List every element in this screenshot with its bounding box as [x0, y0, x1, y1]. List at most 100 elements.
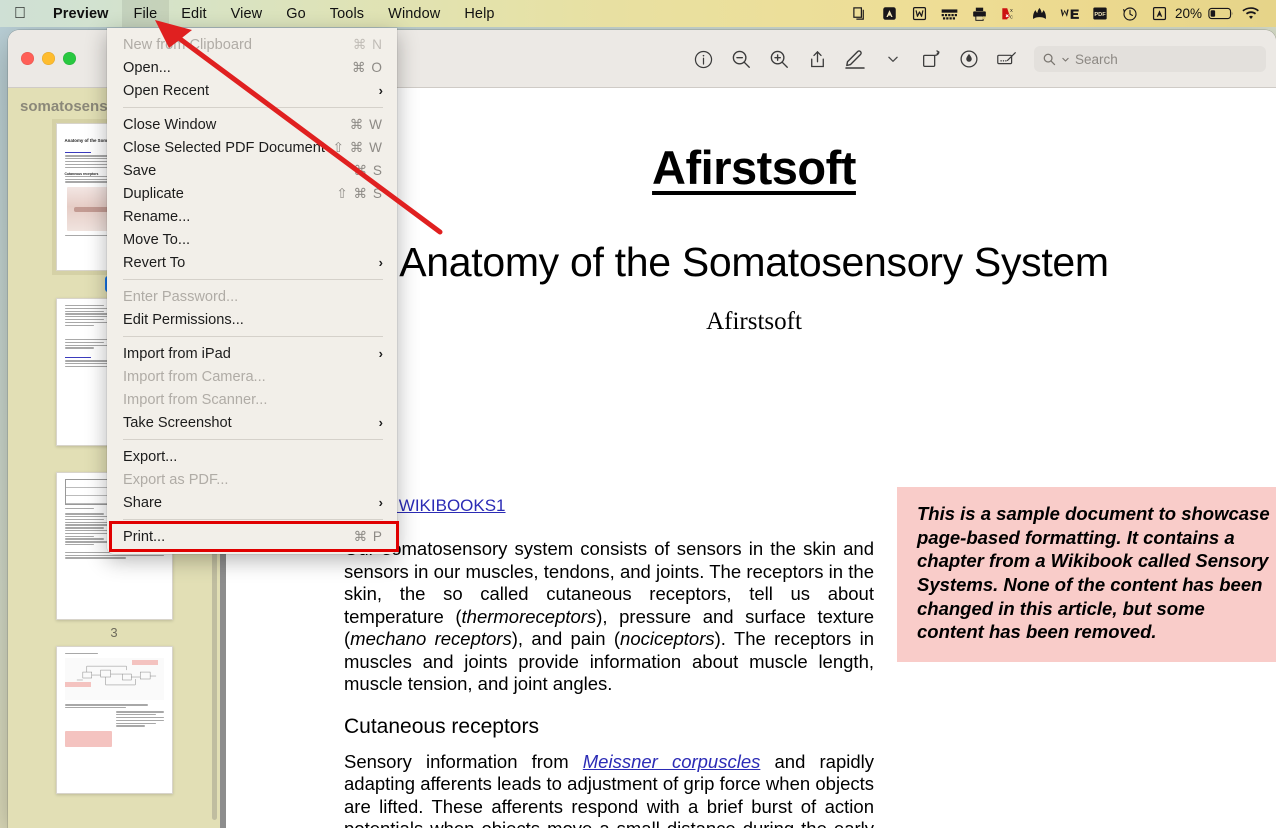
menu-item-shortcut: ⌘ W — [349, 116, 383, 132]
copy-stack-icon[interactable] — [845, 0, 875, 27]
menu-preview[interactable]: Preview — [40, 0, 122, 27]
menu-bar-status-area: x c PDF 20% — [845, 0, 1276, 27]
menu-item-label: Close Selected PDF Document — [123, 139, 325, 156]
menu-item-label: Import from Camera... — [123, 368, 266, 385]
signature-button[interactable] — [988, 40, 1026, 78]
annotate-button[interactable] — [950, 40, 988, 78]
submenu-chevron-right-icon: › — [378, 415, 383, 430]
time-machine-icon[interactable] — [1115, 0, 1145, 27]
markup-button[interactable] — [836, 40, 874, 78]
share-button[interactable] — [798, 40, 836, 78]
intro-paragraph: Our somatosensory system consists of sen… — [344, 538, 874, 695]
battery-percent: 20% — [1174, 6, 1202, 21]
sample-document-note: This is a sample document to showcase pa… — [897, 487, 1276, 663]
menu-item-rename[interactable]: Rename... — [107, 205, 397, 228]
a-app-icon[interactable] — [875, 0, 905, 27]
menu-edit[interactable]: Edit — [169, 0, 218, 27]
adobe-acrobat-icon[interactable]: x c — [995, 0, 1025, 27]
rotate-button[interactable] — [912, 40, 950, 78]
menu-item-label: Move To... — [123, 231, 191, 248]
file-menu-dropdown: New from Clipboard ⌘ N Open... ⌘ O Open … — [107, 28, 399, 554]
zoom-in-button[interactable] — [760, 40, 798, 78]
we-app-icon[interactable] — [1055, 0, 1085, 27]
svg-text:PDF: PDF — [1094, 12, 1106, 18]
submenu-chevron-right-icon: › — [378, 495, 383, 510]
printer-icon[interactable] — [965, 0, 995, 27]
menu-separator — [123, 107, 383, 108]
menu-item-duplicate[interactable]: Duplicate ⇧ ⌘ S — [107, 182, 397, 205]
menu-item-label: Open... — [123, 59, 171, 76]
menu-item-close-selected-pdf-document[interactable]: Close Selected PDF Document ⇧ ⌘ W — [107, 136, 397, 159]
page-number-3: 3 — [110, 625, 118, 640]
malwarebytes-icon[interactable] — [1025, 0, 1055, 27]
menu-window[interactable]: Window — [376, 0, 452, 27]
menu-item-import-from-scanner: Import from Scanner... — [107, 388, 397, 411]
markup-dropdown-button[interactable] — [874, 40, 912, 78]
search-chevron-down-icon[interactable] — [1061, 55, 1070, 64]
menu-item-shortcut: ⌘ N — [352, 36, 383, 52]
svg-text:x: x — [1011, 8, 1014, 14]
thumbnail-page-4[interactable] — [8, 646, 220, 794]
input-source-a-icon[interactable] — [1145, 0, 1175, 27]
menu-item-share[interactable]: Share › — [107, 491, 397, 514]
menu-item-open[interactable]: Open... ⌘ O — [107, 56, 397, 79]
battery-icon[interactable] — [1206, 0, 1236, 27]
section-heading: Cutaneous receptors — [344, 714, 539, 738]
submenu-chevron-right-icon: › — [378, 346, 383, 361]
menu-separator — [123, 519, 383, 520]
thumbnail-image-4[interactable] — [55, 646, 173, 794]
menu-go[interactable]: Go — [274, 0, 318, 27]
menu-item-move-to[interactable]: Move To... — [107, 228, 397, 251]
wifi-icon[interactable] — [1236, 0, 1266, 27]
menu-item-label: Revert To — [123, 254, 186, 271]
menu-item-label: Print... — [123, 528, 166, 545]
search-field[interactable]: Search — [1034, 46, 1266, 72]
menu-tools[interactable]: Tools — [318, 0, 376, 27]
menu-item-close-window[interactable]: Close Window ⌘ W — [107, 113, 397, 136]
menu-item-open-recent[interactable]: Open Recent › — [107, 79, 397, 102]
submenu-chevron-right-icon: › — [378, 83, 383, 98]
menu-item-import-from-ipad[interactable]: Import from iPad › — [107, 342, 397, 365]
menu-item-label: Enter Password... — [123, 288, 239, 305]
meissner-corpuscles-link[interactable]: Meissner corpuscles — [583, 751, 761, 772]
menu-item-take-screenshot[interactable]: Take Screenshot › — [107, 411, 397, 434]
menu-item-import-from-camera: Import from Camera... — [107, 365, 397, 388]
screen: (1)(1).pdf — [0, 0, 1276, 828]
menu-help[interactable]: Help — [452, 0, 506, 27]
menu-bar-left:  Preview File Edit View Go Tools Window… — [0, 0, 507, 27]
menu-file[interactable]: File — [121, 0, 170, 27]
menu-item-label: Rename... — [123, 208, 191, 225]
menu-item-label: Save — [123, 162, 157, 179]
menu-item-save[interactable]: Save ⌘ S — [107, 159, 397, 182]
menu-item-print[interactable]: Print... ⌘ P — [107, 521, 399, 552]
minimize-button[interactable] — [42, 52, 55, 65]
menu-item-label: Take Screenshot — [123, 414, 232, 431]
menu-item-new-from-clipboard: New from Clipboard ⌘ N — [107, 33, 397, 56]
menu-item-label: Edit Permissions... — [123, 311, 244, 328]
menu-item-label: Import from iPad — [123, 345, 231, 362]
menu-item-shortcut: ⌘ O — [352, 59, 383, 75]
search-icon — [1043, 53, 1056, 66]
close-button[interactable] — [21, 52, 34, 65]
document-body: Our somatosensory system consists of sen… — [344, 538, 874, 828]
menu-view[interactable]: View — [219, 0, 275, 27]
menu-item-revert-to[interactable]: Revert To › — [107, 251, 397, 274]
menu-item-shortcut: ⇧ ⌘ S — [336, 185, 383, 201]
pdf-icon[interactable]: PDF — [1085, 0, 1115, 27]
menu-item-export[interactable]: Export... — [107, 445, 397, 468]
svg-text:c: c — [1011, 15, 1014, 21]
submenu-chevron-right-icon: › — [378, 255, 383, 270]
zoom-out-button[interactable] — [722, 40, 760, 78]
keyboard-icon[interactable] — [935, 0, 965, 27]
search-placeholder: Search — [1075, 51, 1118, 67]
info-button[interactable] — [684, 40, 722, 78]
apple-logo-icon[interactable]:  — [0, 0, 40, 27]
note-text: This is a sample document to showcase pa… — [917, 503, 1270, 643]
menu-item-export-as-pdf: Export as PDF... — [107, 468, 397, 491]
maximize-button[interactable] — [63, 52, 76, 65]
menu-item-enter-password: Enter Password... — [107, 285, 397, 308]
menu-item-label: Export as PDF... — [123, 471, 229, 488]
w-app-icon[interactable] — [905, 0, 935, 27]
menu-separator — [123, 279, 383, 280]
menu-item-edit-permissions[interactable]: Edit Permissions... — [107, 308, 397, 331]
